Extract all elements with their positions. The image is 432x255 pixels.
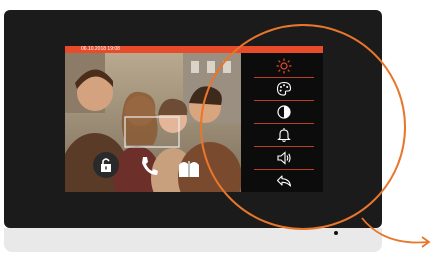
display-screen: 06.10.2018 19:08 [65,46,323,192]
gate-icon [179,161,199,177]
menu-item-back[interactable] [244,170,323,192]
return-arrow-icon [276,175,291,187]
talk-button[interactable] [139,155,159,177]
sun-icon [276,58,291,74]
camera-feed [65,53,241,192]
menu-item-contrast[interactable] [244,101,323,123]
lock-icon [101,158,111,172]
settings-menu [244,55,323,192]
menu-item-ringtone[interactable] [244,124,323,146]
gate-open-button[interactable] [177,155,201,177]
bell-icon [276,128,291,143]
phone-icon [142,157,158,175]
contrast-icon [276,105,291,119]
speaker-icon [276,151,291,165]
menu-item-color[interactable] [244,78,323,100]
palette-icon [276,81,291,96]
status-bar: 06.10.2018 19:08 [65,46,323,53]
menu-item-volume[interactable] [244,147,323,169]
device-bottom-panel [4,228,382,252]
menu-item-brightness[interactable] [244,55,323,77]
date-time: 06.10.2018 19:08 [81,46,120,52]
status-led [334,231,338,235]
unlock-button[interactable] [93,152,119,178]
callout-arrowhead [421,236,431,248]
